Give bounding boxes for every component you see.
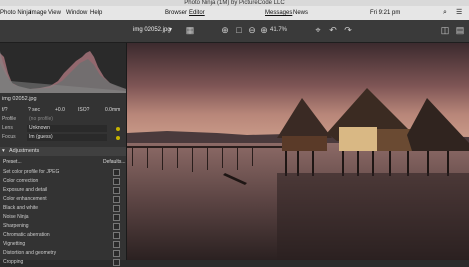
- fit-to-window-icon[interactable]: □: [234, 25, 244, 35]
- focus-status-dot: [116, 136, 120, 140]
- magnifier-icon[interactable]: ⊕: [259, 25, 269, 35]
- menu-view[interactable]: View: [48, 6, 61, 20]
- defaults-button[interactable]: Defaults...: [103, 159, 126, 165]
- preset-button[interactable]: Preset...: [3, 159, 22, 165]
- focus-row: Focus Im (guess): [2, 134, 124, 142]
- adjustment-checkbox[interactable]: [113, 223, 120, 230]
- adjustment-item[interactable]: Chromatic aberration: [3, 232, 123, 240]
- crop-icon[interactable]: ⌖: [313, 25, 323, 35]
- left-panel: img 02052.jpg f/? ? sec +0.0 ISO? 0.0mm …: [0, 43, 127, 266]
- view-browser-tab[interactable]: Browser: [165, 6, 187, 20]
- expand-triangle-icon: ▾: [2, 148, 5, 154]
- adjustment-item[interactable]: Color enhancement: [3, 196, 123, 204]
- adjustment-checkbox[interactable]: [113, 259, 120, 266]
- adjustments-title: Adjustments: [9, 148, 40, 154]
- adjustment-name: Distortion and geometry: [3, 250, 57, 256]
- adjustment-checkbox[interactable]: [113, 241, 120, 248]
- adjustment-item[interactable]: Distortion and geometry: [3, 250, 123, 258]
- menubar-clock: Fri 9:21 pm: [370, 10, 401, 16]
- grid-icon[interactable]: ▦: [185, 25, 195, 35]
- exif-exposure-comp: +0.0: [55, 107, 65, 113]
- zoom-level: 41.7%: [270, 27, 288, 33]
- menu-photo-ninja[interactable]: Photo Ninja: [0, 6, 31, 20]
- adjustment-name: Sharpening: [3, 223, 29, 229]
- adjustment-item[interactable]: Cropping: [3, 259, 123, 267]
- exif-info: f/? ? sec +0.0 ISO? 0.0mm: [0, 107, 126, 115]
- focus-label: Focus: [2, 134, 16, 140]
- zoom-in-icon[interactable]: ⊕: [220, 25, 230, 35]
- adjustment-item[interactable]: Noise Ninja: [3, 214, 123, 222]
- toolbar: img 02052.jpg ▼ ▦ ⊕ □ ⊖ ⊕ 41.7% ⌖ ↶ ↷ ◫ …: [0, 20, 469, 43]
- adjustment-item[interactable]: Vignetting: [3, 241, 123, 249]
- histogram: [0, 43, 126, 93]
- focus-select[interactable]: Im (guess): [27, 134, 107, 141]
- adjustment-name: Set color profile for JPEG: [3, 169, 60, 175]
- adjustment-name: Black and white: [3, 205, 39, 211]
- adjustment-checkbox[interactable]: [113, 214, 120, 221]
- menu-window[interactable]: Window: [66, 6, 87, 20]
- adjustment-item[interactable]: Sharpening: [3, 223, 123, 231]
- adjustment-name: Noise Ninja: [3, 214, 29, 220]
- menu-bar: Photo Ninja Image View Window Help Brows…: [0, 6, 469, 20]
- adjustment-checkbox[interactable]: [113, 187, 120, 194]
- adjustment-checkbox[interactable]: [113, 178, 120, 185]
- rotate-right-icon[interactable]: ↷: [343, 25, 353, 35]
- zoom-out-icon[interactable]: ⊖: [247, 25, 257, 35]
- adjustment-checkbox[interactable]: [113, 232, 120, 239]
- adjustment-name: Exposure and detail: [3, 187, 48, 193]
- exif-focal-length: 0.0mm: [105, 107, 121, 113]
- adjustment-item[interactable]: Black and white: [3, 205, 123, 213]
- list-icon[interactable]: ☰: [456, 6, 462, 20]
- adjustment-name: Vignetting: [3, 241, 26, 247]
- lens-select[interactable]: Unknown: [27, 125, 107, 132]
- adjustment-checkbox[interactable]: [113, 196, 120, 203]
- rotate-left-icon[interactable]: ↶: [328, 25, 338, 35]
- adjustment-item[interactable]: Exposure and detail: [3, 187, 123, 195]
- profile-row: Profile (no profile): [2, 116, 124, 124]
- adjustments-header[interactable]: ▾ Adjustments: [0, 147, 126, 156]
- exif-iso: ISO?: [78, 107, 90, 113]
- adjustment-checkbox[interactable]: [113, 205, 120, 212]
- adjustment-item[interactable]: Set color profile for JPEG: [3, 169, 123, 177]
- split-view-icon[interactable]: ◫: [440, 25, 450, 35]
- adjustment-item[interactable]: Color correction: [3, 178, 123, 186]
- search-icon[interactable]: ⌕: [443, 6, 447, 20]
- news-link[interactable]: News: [293, 6, 308, 20]
- lens-label: Lens: [2, 125, 13, 131]
- file-select-value: img 02052.jpg: [133, 27, 171, 33]
- adjustment-name: Chromatic aberration: [3, 232, 50, 238]
- menu-help[interactable]: Help: [90, 6, 102, 20]
- photo-canvas[interactable]: [127, 43, 469, 260]
- adjustment-checkbox[interactable]: [113, 250, 120, 257]
- adjustment-name: Color enhancement: [3, 196, 47, 202]
- lens-status-dot: [116, 127, 120, 131]
- menu-image[interactable]: Image: [30, 6, 47, 20]
- adjustment-checkbox[interactable]: [113, 169, 120, 176]
- view-editor-tab[interactable]: Editor: [189, 6, 205, 20]
- lens-row: Lens Unknown: [2, 125, 124, 133]
- exif-shutter: ? sec: [28, 107, 40, 113]
- file-select[interactable]: img 02052.jpg ▼: [133, 25, 173, 36]
- profile-value: (no profile): [29, 116, 53, 122]
- layout-icon[interactable]: ▤: [455, 25, 465, 35]
- image-filename: img 02052.jpg: [2, 96, 37, 102]
- adjustment-name: Color correction: [3, 178, 39, 184]
- chevron-down-icon: ▼: [168, 27, 173, 33]
- preset-row: Preset... Defaults...: [0, 159, 126, 167]
- profile-label: Profile: [2, 116, 17, 122]
- messages-link[interactable]: Messages: [265, 6, 292, 20]
- exif-aperture: f/?: [2, 107, 8, 113]
